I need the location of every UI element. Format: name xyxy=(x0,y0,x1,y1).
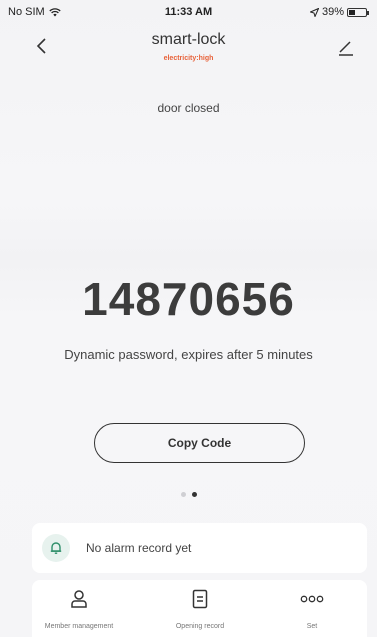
edit-pencil-icon[interactable] xyxy=(335,36,357,58)
status-bar: No SIM 11:33 AM 39% xyxy=(0,0,377,24)
alarm-record-card[interactable]: No alarm record yet xyxy=(32,523,367,573)
alarm-record-text: No alarm record yet xyxy=(86,541,192,555)
person-icon xyxy=(70,588,88,610)
page-title: smart-lock xyxy=(151,31,226,48)
page-indicator xyxy=(0,492,377,497)
password-description: Dynamic password, expires after 5 minute… xyxy=(64,347,313,362)
status-right: 39% xyxy=(309,6,369,18)
screen: No SIM 11:33 AM 39% smart-lock electrici… xyxy=(0,0,377,637)
nav-label: Set xyxy=(306,623,318,630)
bell-icon xyxy=(50,542,62,554)
page-dot-2[interactable] xyxy=(191,492,197,497)
page-dot-1[interactable] xyxy=(180,492,186,497)
nav-label: Opening record xyxy=(175,623,225,630)
nav-opening-record[interactable]: Opening record xyxy=(145,580,255,637)
electricity-status: electricity:high xyxy=(163,55,214,62)
header: smart-lock electricity:high xyxy=(0,24,377,74)
dynamic-password: 14870656 xyxy=(82,273,295,325)
document-icon xyxy=(192,588,208,610)
battery-icon xyxy=(347,7,369,17)
battery-fill xyxy=(349,9,355,15)
nav-label: Member management xyxy=(44,623,114,630)
alarm-icon-badge xyxy=(42,534,70,562)
nav-member-management[interactable]: Member management xyxy=(24,580,134,637)
door-status: door closed xyxy=(157,101,220,115)
location-icon xyxy=(309,7,319,17)
more-dots-icon xyxy=(300,588,324,610)
bottom-nav: Member management Opening record Set xyxy=(32,580,367,637)
copy-code-label: Copy Code xyxy=(167,436,232,450)
battery-percent: 39% xyxy=(321,6,344,18)
copy-code-button[interactable]: Copy Code xyxy=(94,423,305,463)
nav-set[interactable]: Set xyxy=(257,580,367,637)
